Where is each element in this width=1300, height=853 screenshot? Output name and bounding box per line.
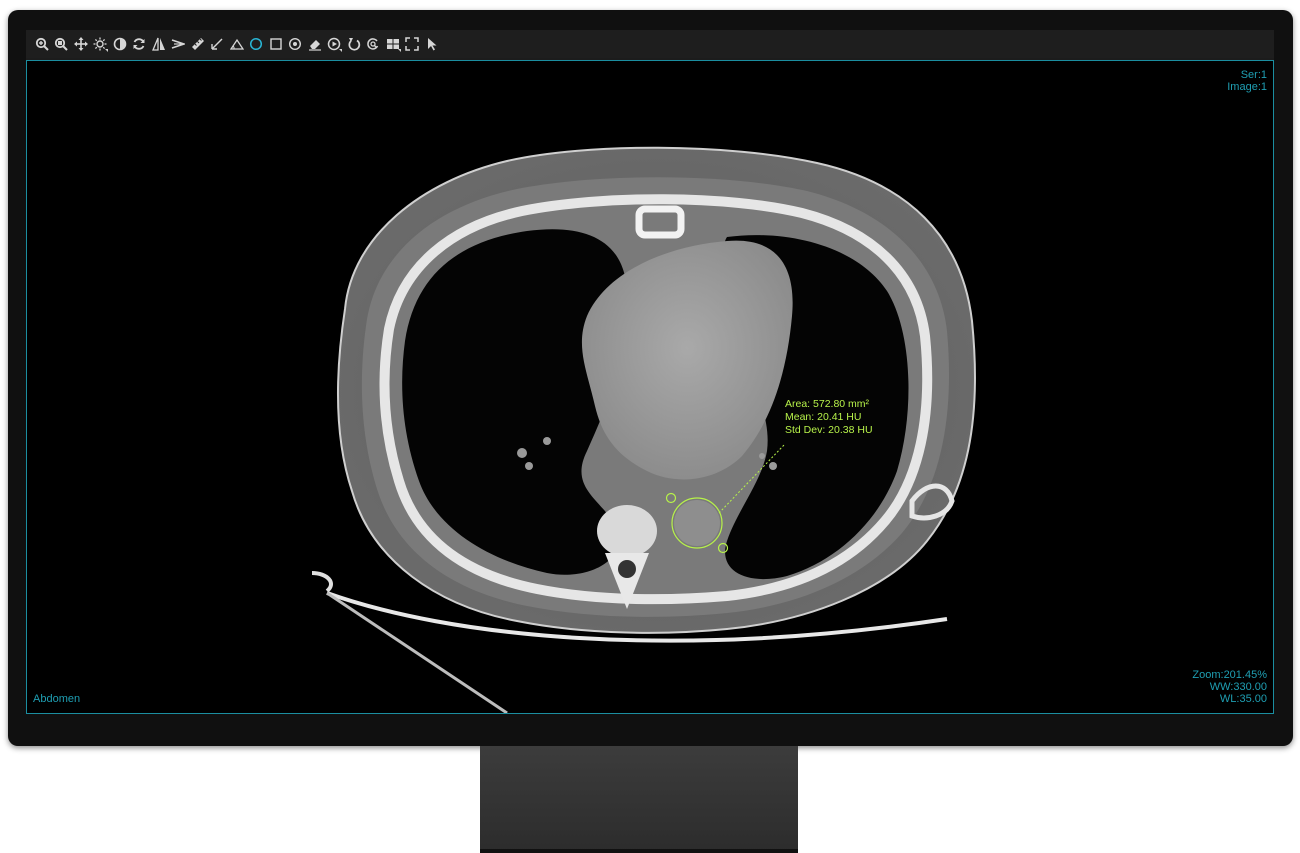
series-number: Ser:1 [1240, 69, 1267, 81]
angle-icon [171, 37, 186, 51]
ellipse-roi-tool-button[interactable] [247, 33, 267, 55]
eraser-tool-button[interactable] [305, 33, 325, 55]
zoom-in-icon [35, 37, 49, 51]
display-info: Zoom:201.45% WW:330.00 WL:35.00 [1192, 669, 1267, 705]
length-tool-button[interactable] [188, 33, 208, 55]
flip-tool-button[interactable] [149, 33, 169, 55]
brightness-icon [93, 37, 107, 51]
zoom-region-icon [54, 37, 68, 51]
aorta [674, 500, 720, 546]
circle-icon [249, 37, 263, 51]
ruler-icon [191, 37, 205, 51]
invert-tool-button[interactable] [110, 33, 130, 55]
monitor-bezel: Area: 572.80 mm² Mean: 20.41 HU Std Dev:… [8, 10, 1293, 746]
triangle-icon [229, 37, 244, 51]
square-icon [269, 37, 283, 51]
ct-scan-image [311, 146, 976, 713]
body-part-label: Abdomen [33, 693, 81, 705]
cobb-angle-tool-button[interactable] [227, 33, 247, 55]
rectangle-roi-tool-button[interactable] [266, 33, 286, 55]
pan-tool-button[interactable] [71, 33, 91, 55]
viewer-toolbar [26, 30, 1274, 58]
window-level: WL:35.00 [1219, 693, 1267, 705]
layout-tool-button[interactable] [383, 33, 403, 55]
rotate-icon [347, 37, 361, 51]
image-number: Image:1 [1227, 81, 1267, 93]
rotate-tool-button[interactable] [344, 33, 364, 55]
vertebral-body [597, 505, 657, 557]
play-icon [327, 37, 341, 51]
magnify-tool-button[interactable] [364, 33, 384, 55]
refresh-icon [132, 37, 146, 51]
contrast-icon [113, 37, 127, 51]
monitor-stand-base [480, 849, 798, 853]
arrow-annotate-tool-button[interactable] [208, 33, 228, 55]
angle-tool-button[interactable] [169, 33, 189, 55]
roi-std-dev: Std Dev: 20.38 HU [785, 424, 873, 436]
zoom-level: Zoom:201.45% [1192, 669, 1267, 681]
roi-stats: Area: 572.80 mm² Mean: 20.41 HU Std Dev:… [785, 398, 873, 437]
probe-tool-button[interactable] [286, 33, 306, 55]
probe-icon [288, 37, 302, 51]
cursor-icon [425, 37, 439, 51]
roi-mean: Mean: 20.41 HU [785, 411, 862, 423]
grid-icon [386, 37, 400, 51]
monitor-stand [480, 746, 798, 853]
fullscreen-icon [405, 37, 419, 51]
pan-icon [73, 37, 88, 51]
window-level-tool-button[interactable] [91, 33, 111, 55]
cine-tool-button[interactable] [325, 33, 345, 55]
window-width: WW:330.00 [1209, 681, 1267, 693]
zoom-region-tool-button[interactable] [52, 33, 72, 55]
eraser-icon [308, 37, 322, 51]
image-viewport[interactable]: Area: 572.80 mm² Mean: 20.41 HU Std Dev:… [26, 60, 1274, 714]
roi-area: Area: 572.80 mm² [785, 398, 870, 410]
zoom-in-tool-button[interactable] [32, 33, 52, 55]
arrow-icon [210, 37, 224, 51]
viewer-screen: Area: 572.80 mm² Mean: 20.41 HU Std Dev:… [26, 30, 1274, 714]
select-tool-button[interactable] [422, 33, 442, 55]
spinal-canal [618, 560, 636, 578]
series-info: Ser:1 Image:1 [1227, 69, 1267, 93]
reset-tool-button[interactable] [130, 33, 150, 55]
flip-icon [151, 37, 166, 51]
magnify-icon [366, 37, 380, 51]
fullscreen-tool-button[interactable] [403, 33, 423, 55]
